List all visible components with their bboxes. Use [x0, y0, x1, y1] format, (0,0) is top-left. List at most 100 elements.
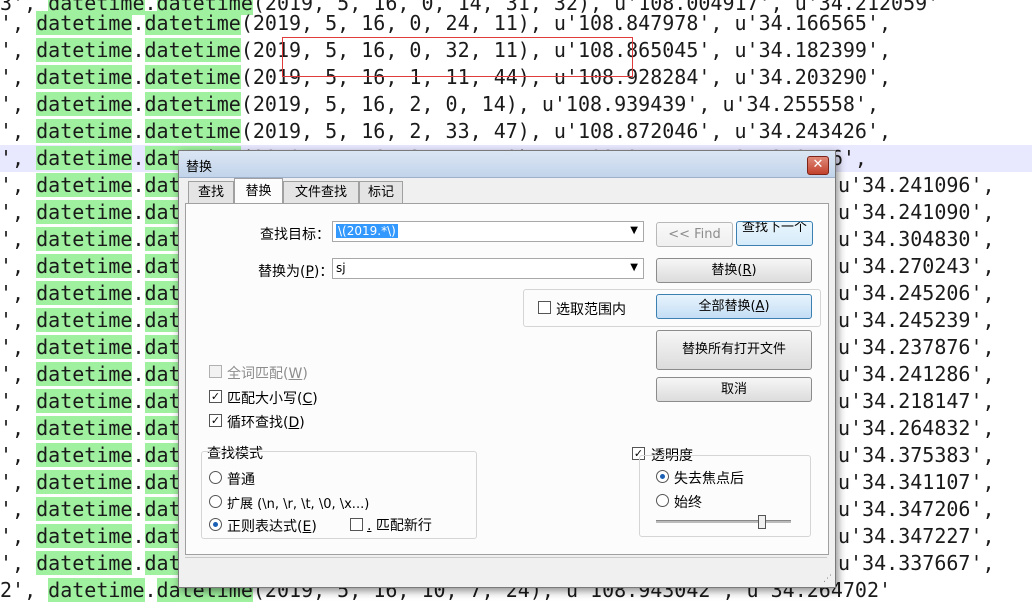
annotation-box-top: [282, 37, 633, 77]
wrap-around-label: 循环查找(D): [227, 415, 305, 431]
transparency-always-radio[interactable]: [656, 494, 669, 507]
cancel-button[interactable]: 取消: [656, 377, 812, 402]
status-bar: [185, 557, 827, 582]
whole-word-checkbox[interactable]: [209, 365, 222, 378]
code-text: u'34.245206',: [838, 281, 995, 305]
find-prev-button[interactable]: << Find: [656, 222, 733, 247]
code-prefix: ',: [0, 227, 37, 251]
transparency-slider-thumb[interactable]: [758, 515, 767, 529]
find-input[interactable]: \(2019.*\) ▼: [332, 221, 644, 242]
keyword-highlight: datetime: [36, 173, 133, 197]
code-text: u'34.304830',: [838, 227, 995, 251]
keyword-highlight: datetime: [36, 335, 133, 359]
mode-regex-radio[interactable]: [209, 518, 222, 531]
code-text: u'34.241090',: [838, 200, 995, 224]
replace-all-open-button[interactable]: 替换所有打开文件: [656, 330, 812, 370]
keyword-highlight: datetime: [144, 119, 241, 143]
code-prefix: ',: [0, 38, 37, 62]
keyword-highlight: datetime: [144, 92, 241, 116]
keyword-highlight: datetime: [48, 578, 145, 602]
keyword-highlight: datetime: [144, 38, 241, 62]
code-prefix: ',: [0, 92, 37, 116]
code-text: u'34.347206',: [838, 497, 995, 521]
code-text: u'34.341107',: [838, 470, 995, 494]
replace-input-value: sj: [336, 261, 346, 275]
transparency-lose-focus-radio[interactable]: [656, 470, 669, 483]
check-icon: ✓: [210, 390, 221, 403]
tab-replace[interactable]: 替换: [234, 178, 283, 205]
code-prefix: ',: [0, 146, 37, 170]
transparency-slider[interactable]: [656, 520, 791, 523]
code-prefix: ',: [0, 173, 37, 197]
keyword-highlight: datetime: [36, 389, 133, 413]
code-text: u'34.337667',: [838, 551, 995, 575]
keyword-highlight: datetime: [36, 416, 133, 440]
keyword-highlight: datetime: [36, 524, 133, 548]
keyword-highlight: datetime: [36, 227, 133, 251]
code-prefix: ',: [0, 254, 37, 278]
match-case-label: 匹配大小写(C): [227, 391, 318, 407]
chevron-down-icon[interactable]: ▼: [630, 225, 638, 236]
code-text: u'34.218147',: [838, 389, 995, 413]
resize-grip-icon[interactable]: ⋰: [823, 574, 832, 584]
mode-extended-radio[interactable]: [209, 495, 222, 508]
code-prefix: ',: [0, 281, 37, 305]
match-case-checkbox[interactable]: ✓: [209, 390, 222, 403]
code-text: u'34.241096',: [838, 173, 995, 197]
keyword-highlight: datetime: [36, 551, 133, 575]
code-prefix: ',: [0, 65, 37, 89]
keyword-highlight: datetime: [36, 308, 133, 332]
keyword-highlight: datetime: [36, 254, 133, 278]
code-prefix: ',: [0, 470, 37, 494]
dialog-title: 替换: [186, 160, 213, 175]
chevron-down-icon[interactable]: ▼: [630, 262, 638, 273]
close-button[interactable]: ✕: [807, 156, 829, 175]
code-text: u'34.270243',: [838, 254, 995, 278]
code-text: (2019, 5, 16, 2, 33, 47), u'108.872046',…: [240, 119, 892, 143]
wrap-around-checkbox[interactable]: ✓: [209, 414, 222, 427]
dot-newline-checkbox[interactable]: [350, 518, 363, 531]
code-text: (2019, 5, 16, 2, 0, 14), u'108.939439', …: [240, 92, 880, 116]
keyword-highlight: datetime: [144, 65, 241, 89]
in-selection-label: 选取范围内: [556, 302, 626, 318]
in-selection-checkbox[interactable]: [538, 301, 551, 314]
mode-regex-label: 正则表达式(E): [227, 519, 317, 535]
code-prefix: ',: [0, 416, 37, 440]
replace-input[interactable]: sj ▼: [332, 258, 644, 279]
code-text: u'34.375383',: [838, 443, 995, 467]
tab-mark[interactable]: 标记: [359, 181, 403, 204]
replace-dialog: 替换 ✕ 查找 替换 文件查找 标记 查找目标： \(2019.*\) ▼ 替换…: [178, 150, 836, 588]
keyword-highlight: datetime: [36, 281, 133, 305]
code-text: u'34.264832',: [838, 416, 995, 440]
transparency-always-label: 始终: [674, 495, 702, 511]
dialog-titlebar[interactable]: 替换 ✕: [179, 151, 835, 178]
code-text: u'34.237876',: [838, 335, 995, 359]
keyword-highlight: datetime: [36, 362, 133, 386]
code-line[interactable]: ', datetime.datetime(2019, 5, 16, 0, 24,…: [0, 10, 1032, 37]
code-prefix: ',: [0, 200, 37, 224]
code-prefix: ',: [0, 119, 37, 143]
tab-find[interactable]: 查找: [188, 181, 234, 204]
transparency-lose-focus-label: 失去焦点后: [674, 471, 744, 487]
code-prefix: ',: [0, 11, 37, 35]
close-icon: ✕: [812, 157, 824, 172]
find-next-button[interactable]: 查找下一个: [736, 221, 813, 246]
mode-normal-radio[interactable]: [209, 471, 222, 484]
replace-button[interactable]: 替换(R): [656, 258, 812, 283]
code-prefix: ',: [0, 524, 37, 548]
code-text: u'34.347227',: [838, 524, 995, 548]
code-prefix: ',: [0, 551, 37, 575]
keyword-highlight: datetime: [36, 65, 133, 89]
code-text: u'34.245239',: [838, 308, 995, 332]
keyword-highlight: datetime: [36, 470, 133, 494]
code-line[interactable]: ', datetime.datetime(2019, 5, 16, 2, 0, …: [0, 91, 1032, 118]
keyword-highlight: datetime: [36, 92, 133, 116]
check-icon: ✓: [210, 414, 221, 427]
tab-find-in-files[interactable]: 文件查找: [283, 181, 359, 204]
code-prefix: ',: [0, 497, 37, 521]
find-input-value: \(2019.*\): [336, 224, 398, 238]
dot-newline-label: . 匹配新行: [367, 518, 432, 534]
code-prefix: ',: [0, 308, 37, 332]
replace-all-button[interactable]: 全部替换(A): [656, 294, 812, 319]
code-line[interactable]: ', datetime.datetime(2019, 5, 16, 2, 33,…: [0, 118, 1032, 145]
